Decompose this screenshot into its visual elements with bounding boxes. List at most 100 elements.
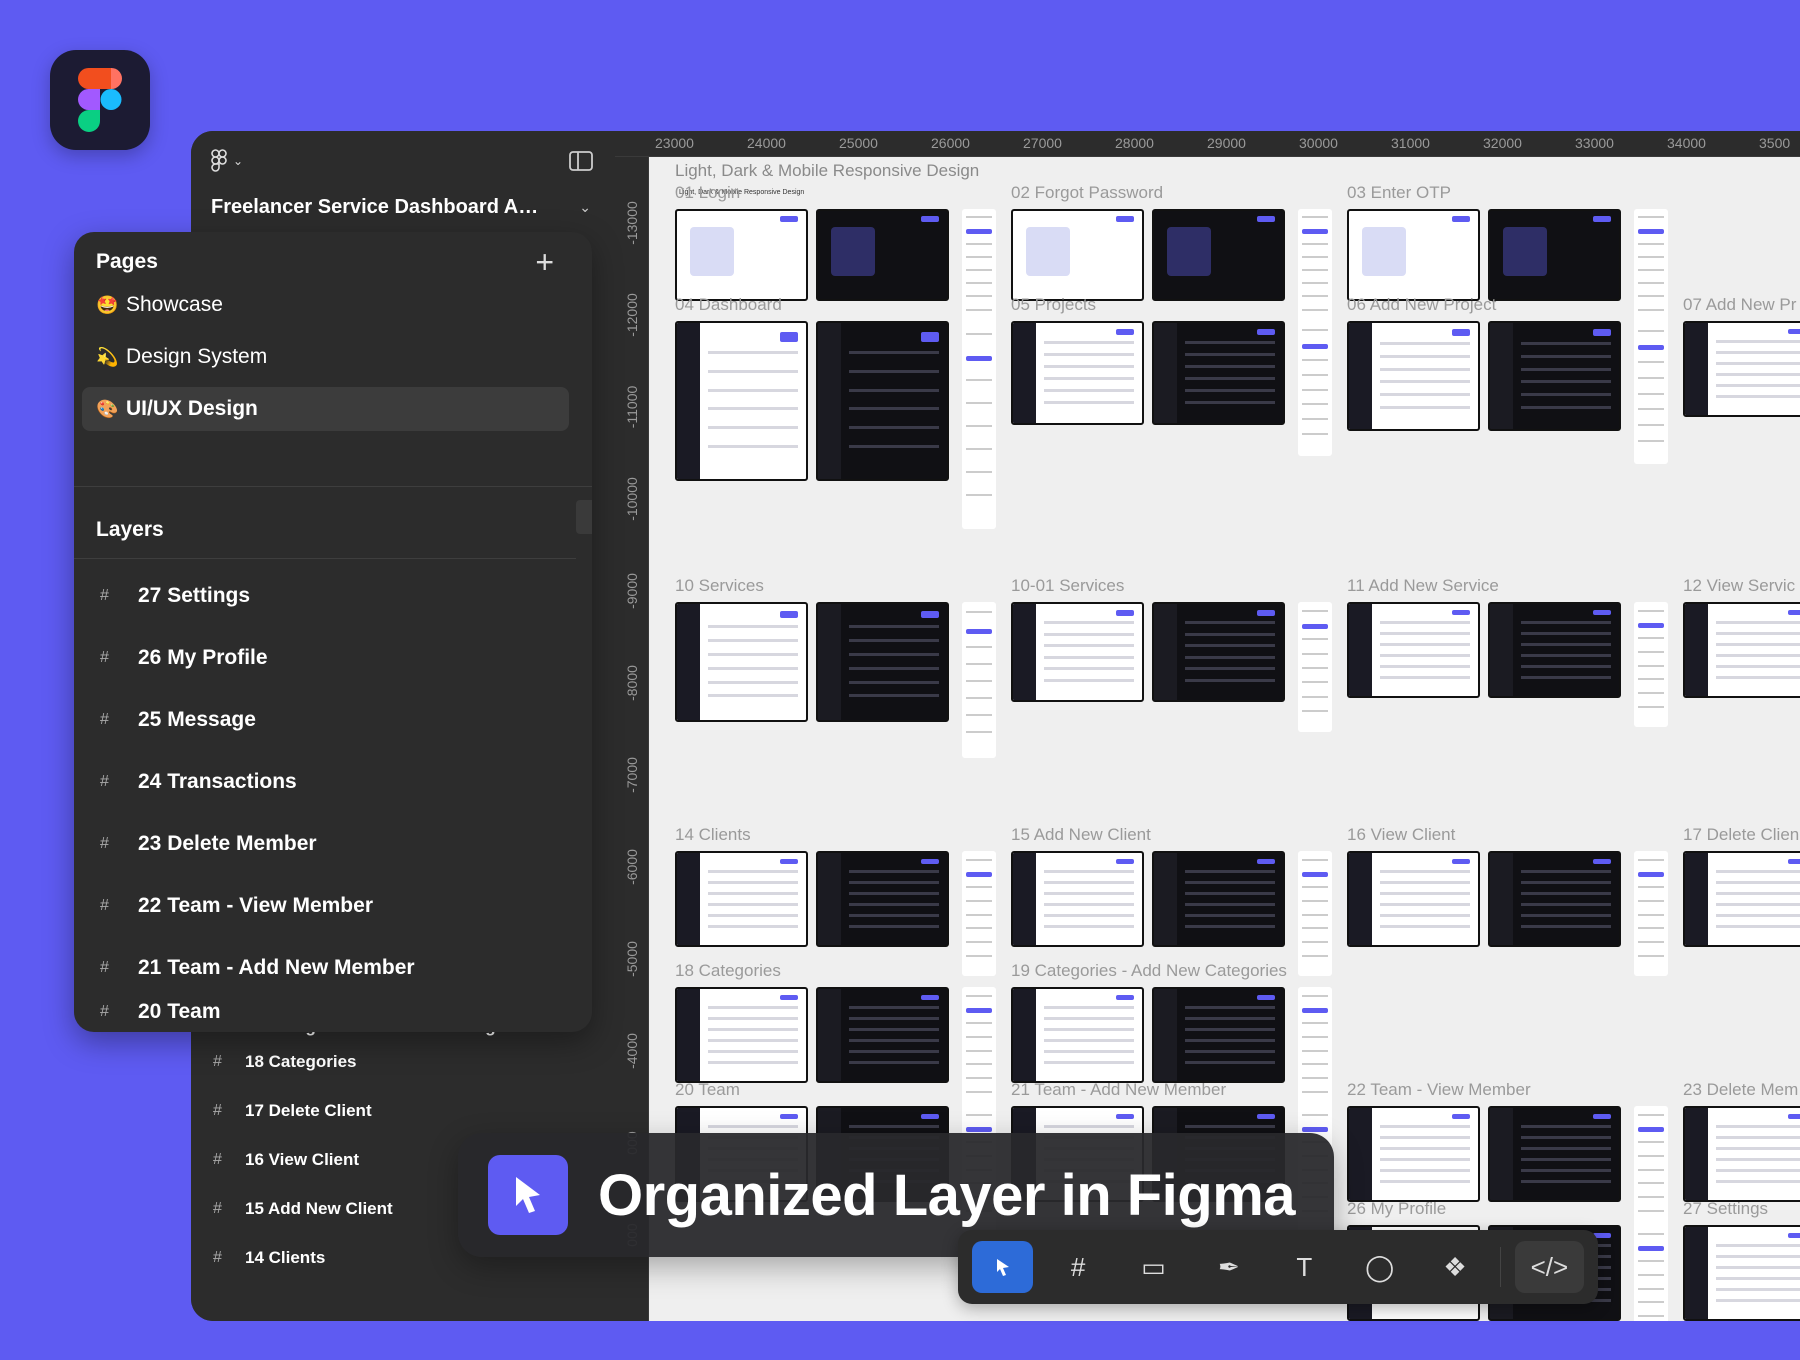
frame-thumbnail[interactable] (1347, 1106, 1480, 1202)
content-line (1715, 913, 1800, 917)
text-tool-icon[interactable]: T (1274, 1241, 1335, 1293)
figma-mark-icon (211, 149, 227, 172)
plus-icon[interactable]: + (535, 246, 554, 278)
content-line (848, 924, 940, 928)
mobile-frame-thumbnail[interactable] (962, 209, 996, 329)
layer-item-27-settings[interactable]: #27 Settings (100, 576, 250, 616)
frame-thumbnail[interactable] (816, 987, 949, 1083)
frame-thumbnail[interactable] (1347, 321, 1480, 431)
layer-item-24-transactions[interactable]: #24 Transactions (100, 762, 297, 802)
content-line (966, 295, 992, 298)
mobile-frame-thumbnail[interactable] (1634, 1225, 1668, 1321)
mobile-frame-thumbnail[interactable] (962, 321, 996, 529)
frame-thumbnail[interactable] (816, 321, 949, 481)
section-label: 03 Enter OTP (1347, 183, 1451, 202)
mobile-frame-thumbnail[interactable] (1634, 321, 1668, 464)
layer-item-23-delete-member[interactable]: #23 Delete Member (100, 824, 317, 864)
frame-thumbnail[interactable] (675, 321, 808, 481)
pen-tool-icon[interactable]: ✒ (1198, 1241, 1259, 1293)
mobile-frame-thumbnail[interactable] (962, 851, 996, 976)
frame-icon: # (213, 1150, 222, 1168)
content-line (1520, 902, 1612, 906)
frame-thumbnail[interactable] (675, 209, 808, 301)
frame-thumbnail[interactable] (816, 209, 949, 301)
mobile-frame-thumbnail[interactable] (1298, 602, 1332, 732)
frame-thumbnail[interactable] (1347, 209, 1480, 301)
mobile-frame-thumbnail[interactable] (1634, 1106, 1668, 1231)
content-line (1184, 621, 1276, 625)
mobile-frame-thumbnail[interactable] (1634, 851, 1668, 976)
mobile-frame-thumbnail[interactable] (1298, 321, 1332, 456)
frame-thumbnail[interactable] (1683, 1225, 1800, 1321)
frame-thumbnail[interactable] (1488, 321, 1621, 431)
frame-thumbnail[interactable] (1152, 602, 1285, 702)
frame-thumbnail[interactable] (1152, 321, 1285, 425)
content-line (1715, 350, 1800, 354)
mobile-frame-thumbnail[interactable] (962, 987, 996, 1112)
layer-item-20-team[interactable]: #20 Team (100, 992, 221, 1032)
frame-thumbnail[interactable] (1347, 602, 1480, 698)
scrollbar[interactable] (576, 500, 592, 534)
frame-thumbnail[interactable] (1011, 851, 1144, 947)
frame-thumbnail[interactable] (675, 987, 808, 1083)
layer-item[interactable]: # 17 Delete Client (191, 1086, 615, 1135)
content-line (1184, 401, 1276, 404)
layer-label: 18 Categories (245, 1051, 357, 1071)
frame-thumbnail[interactable] (1347, 851, 1480, 947)
frame-thumbnail[interactable] (1152, 209, 1285, 301)
frame-thumbnail[interactable] (1488, 209, 1621, 301)
frame-thumbnail[interactable] (1683, 321, 1800, 417)
ruler-tick-label: -9000 (624, 573, 640, 609)
content-line (1379, 354, 1471, 358)
sidebar (1349, 604, 1373, 696)
move-tool-icon[interactable] (972, 1241, 1034, 1293)
code-icon[interactable]: </> (1514, 1241, 1585, 1293)
frame-thumbnail[interactable] (1488, 851, 1621, 947)
frame-thumbnail[interactable] (1152, 987, 1285, 1083)
layer-label: 15 Add New Client (245, 1198, 393, 1218)
page-item-showcase[interactable]: 🤩 Showcase (82, 283, 569, 327)
content-line (966, 611, 992, 614)
accent-button (1116, 994, 1135, 1001)
page-item-design-system[interactable]: 💫 Design System (82, 335, 569, 379)
layer-item-26-my-profile[interactable]: #26 My Profile (100, 638, 268, 678)
frame-thumbnail[interactable] (675, 851, 808, 947)
frame-thumbnail[interactable] (1011, 602, 1144, 702)
frame-thumbnail[interactable] (1011, 209, 1144, 301)
frame-thumbnail[interactable] (1152, 851, 1285, 947)
layer-item-21-team-add-new-member[interactable]: #21 Team - Add New Member (100, 948, 415, 988)
comment-tool-icon[interactable]: ◯ (1349, 1241, 1410, 1293)
content-line (1302, 886, 1328, 888)
content-line (1302, 913, 1328, 916)
frame-thumbnail[interactable] (1011, 987, 1144, 1083)
frame-thumbnail[interactable] (1683, 851, 1800, 947)
file-menu-chevron-icon[interactable]: ⌄ (579, 199, 591, 216)
layer-item-22-team-view-member[interactable]: #22 Team - View Member (100, 886, 373, 926)
file-title[interactable]: Freelancer Service Dashboard Ad... (211, 196, 541, 219)
mobile-frame-thumbnail[interactable] (1634, 209, 1668, 329)
frame-thumbnail[interactable] (816, 851, 949, 947)
mobile-frame-thumbnail[interactable] (1298, 851, 1332, 976)
page-item-uiux-design[interactable]: 🎨 UI/UX Design (82, 387, 569, 431)
content-line (1638, 941, 1664, 943)
frame-tool-icon[interactable]: # (1047, 1241, 1108, 1293)
mobile-frame-thumbnail[interactable] (1298, 209, 1332, 329)
mobile-frame-thumbnail[interactable] (962, 602, 996, 758)
mobile-frame-thumbnail[interactable] (1634, 602, 1668, 727)
layer-item[interactable]: # 18 Categories (191, 1037, 615, 1086)
main-menu-button[interactable]: ⌄ (211, 149, 243, 173)
toggle-sidebar-button[interactable] (569, 151, 593, 176)
components-tool-icon[interactable]: ❖ (1424, 1241, 1485, 1293)
frame-thumbnail[interactable] (1488, 602, 1621, 698)
content-line (966, 216, 992, 219)
mobile-frame-thumbnail[interactable] (1298, 987, 1332, 1112)
frame-thumbnail[interactable] (1683, 602, 1800, 698)
frame-thumbnail[interactable] (1011, 321, 1144, 425)
frame-thumbnail[interactable] (675, 602, 808, 722)
rectangle-tool-icon[interactable]: ▭ (1123, 1241, 1184, 1293)
frame-thumbnail[interactable] (1683, 1106, 1800, 1202)
frame-thumbnail[interactable] (816, 602, 949, 722)
layer-item-25-message[interactable]: #25 Message (100, 700, 256, 740)
sidebar (1154, 853, 1178, 945)
frame-thumbnail[interactable] (1488, 1106, 1621, 1202)
